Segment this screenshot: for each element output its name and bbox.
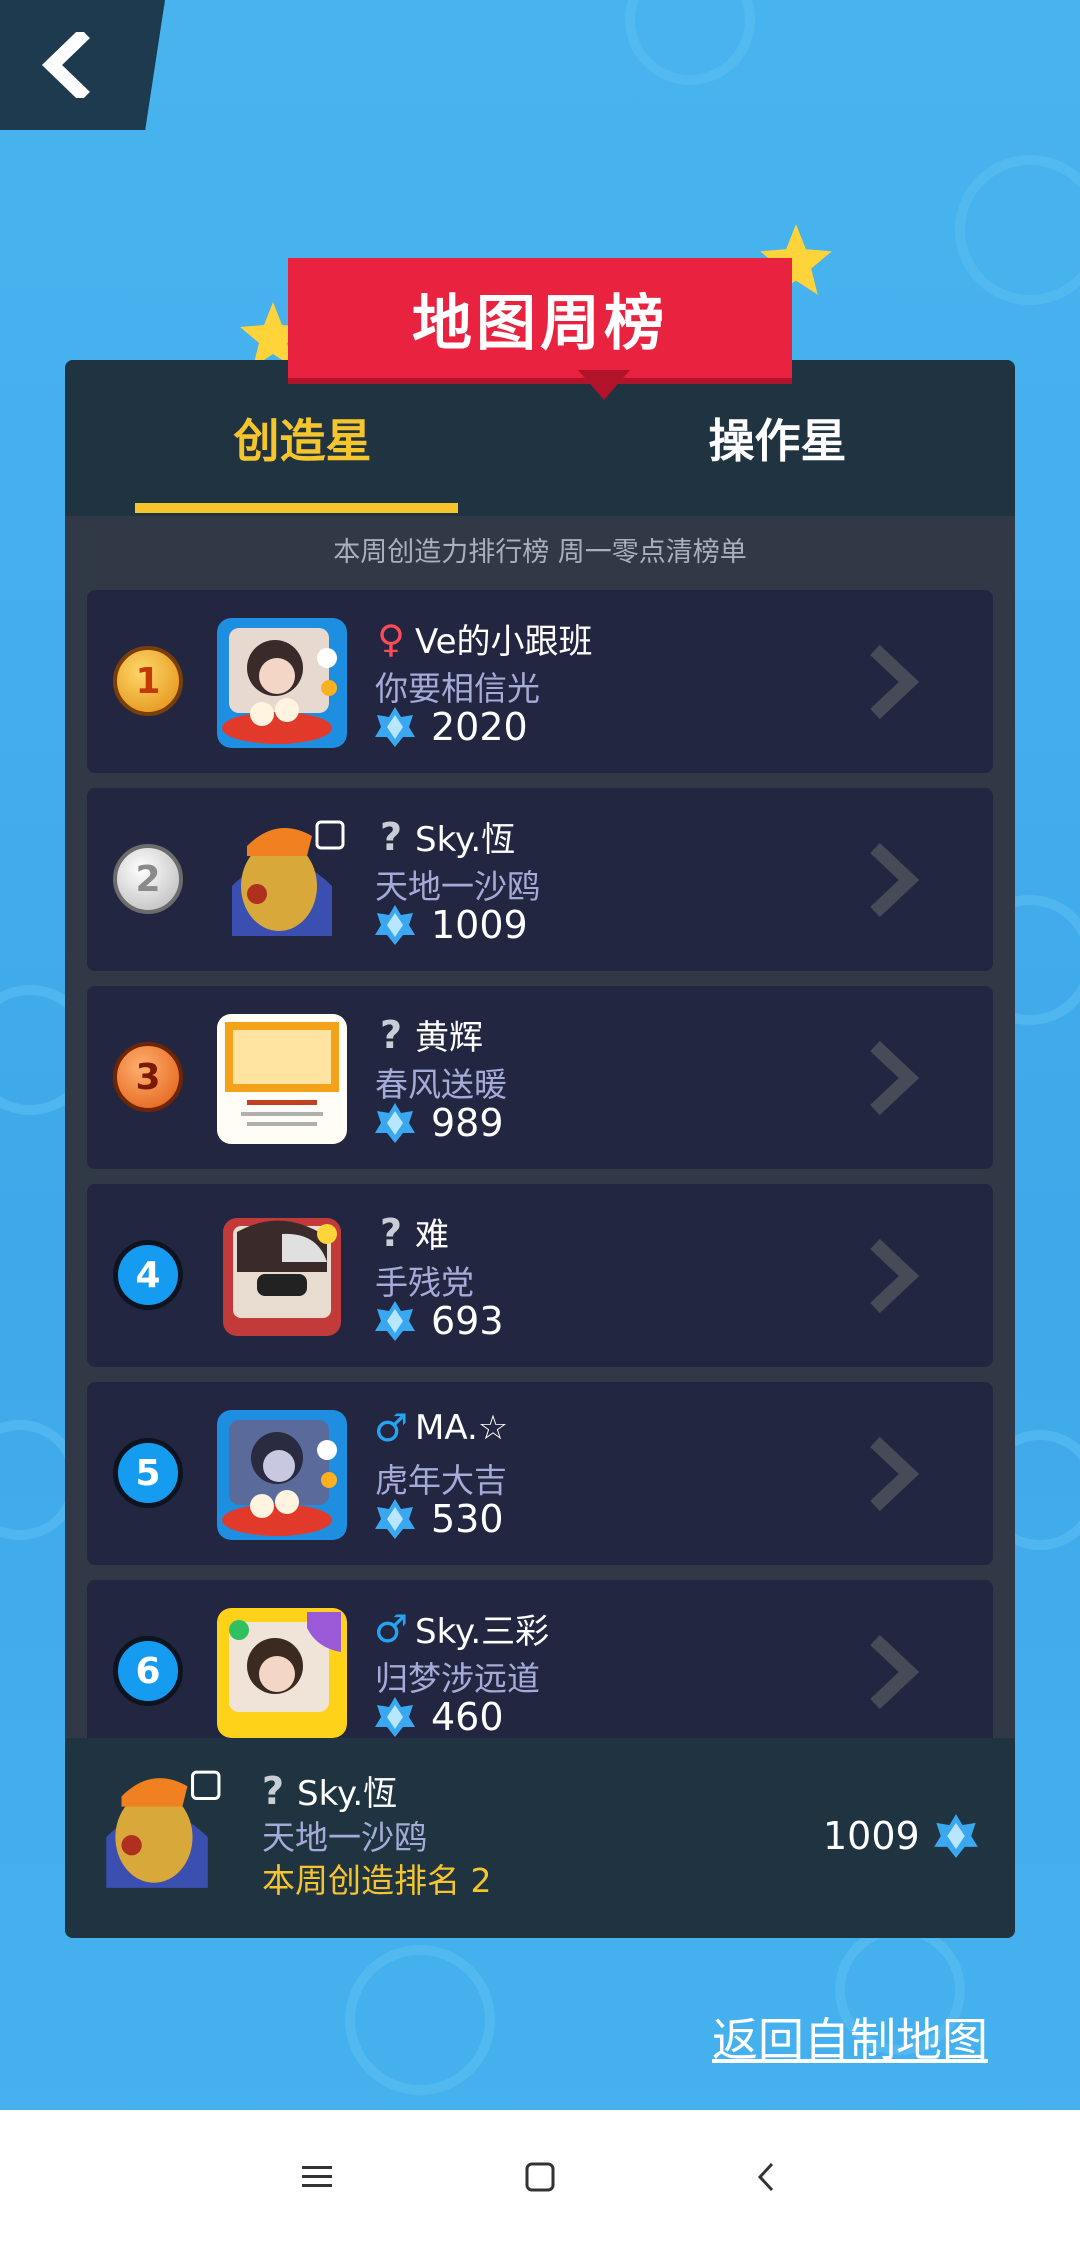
blue-crystal-icon xyxy=(375,1697,415,1737)
player-motto: 春风送暖 xyxy=(375,1065,507,1104)
chevron-right-icon[interactable] xyxy=(865,1434,921,1514)
square-home-icon xyxy=(525,2162,555,2192)
player-name-line: ♀ Ve的小跟班 xyxy=(373,614,593,663)
chevron-right-icon[interactable] xyxy=(865,1236,921,1316)
rank-badge: 6 xyxy=(113,1636,183,1706)
my-rank-text: 本周创造排名 2 xyxy=(262,1861,492,1900)
player-score: 460 xyxy=(431,1695,504,1739)
score-line: 530 xyxy=(373,1497,504,1541)
my-name-line: ? Sky.恆 xyxy=(255,1766,397,1815)
avatar xyxy=(217,1014,347,1144)
return-to-custom-maps-link[interactable]: 返回自制地图 xyxy=(712,2004,988,2070)
back-button[interactable] xyxy=(0,0,165,130)
avatar xyxy=(217,1212,347,1342)
player-motto: 虎年大吉 xyxy=(375,1461,507,1500)
player-motto: 天地一沙鸥 xyxy=(375,867,540,906)
male-icon: ♂ xyxy=(373,1606,409,1651)
chevron-right-icon[interactable] xyxy=(865,840,921,920)
chevron-left-icon xyxy=(41,32,90,98)
unknown-gender-icon: ? xyxy=(379,1210,403,1255)
back-nav-button[interactable] xyxy=(742,2152,792,2202)
player-name: 黄辉 xyxy=(415,1018,483,1058)
player-name: 难 xyxy=(415,1216,449,1256)
player-motto: 你要相信光 xyxy=(375,669,540,708)
chevron-right-icon[interactable] xyxy=(865,1038,921,1118)
avatar xyxy=(217,1608,347,1738)
player-motto: 手残党 xyxy=(375,1263,474,1302)
chevron-right-icon[interactable] xyxy=(865,1632,921,1712)
player-name: MA.☆ xyxy=(415,1408,509,1448)
page-title: 地图周榜 xyxy=(412,288,668,359)
player-name-line: ♂ MA.☆ xyxy=(373,1406,508,1450)
list-item[interactable]: 3 ? 黄辉 春风送暖 989 xyxy=(87,986,993,1169)
blue-crystal-icon xyxy=(375,707,415,747)
player-name: Sky.三彩 xyxy=(415,1612,550,1652)
chevron-right-icon[interactable] xyxy=(865,642,921,722)
title-banner: 地图周榜 xyxy=(288,258,792,400)
player-name: Sky.恆 xyxy=(415,820,516,860)
avatar xyxy=(217,1410,347,1540)
score-line: 2020 xyxy=(373,705,528,749)
leaderboard-subtitle: 本周创造力排行榜 周一零点清榜单 xyxy=(333,537,747,568)
player-score: 989 xyxy=(431,1101,504,1145)
banner-tail xyxy=(578,370,630,400)
player-score: 2020 xyxy=(431,705,528,749)
blue-crystal-icon xyxy=(375,905,415,945)
player-score: 530 xyxy=(431,1497,504,1541)
score-line: 989 xyxy=(373,1101,504,1145)
score-line: 460 xyxy=(373,1695,504,1739)
avatar xyxy=(217,816,347,946)
score-line: 693 xyxy=(373,1299,504,1343)
list-item[interactable]: 2 ? Sky.恆 天地一沙鸥 1009 xyxy=(87,788,993,971)
list-item[interactable]: 4 ? 难 手残党 693 xyxy=(87,1184,993,1367)
my-motto: 天地一沙鸥 xyxy=(262,1818,427,1857)
banner-ribbon: 地图周榜 xyxy=(288,258,792,378)
blue-crystal-icon xyxy=(375,1103,415,1143)
list-item[interactable]: 5 ♂ MA.☆ 虎年大吉 530 xyxy=(87,1382,993,1565)
rank-medal: 3 xyxy=(113,1042,183,1112)
blue-crystal-icon xyxy=(933,1814,978,1858)
player-motto: 归梦涉远道 xyxy=(375,1659,540,1698)
rank-badge: 4 xyxy=(113,1240,183,1310)
avatar xyxy=(91,1766,223,1898)
my-rank-bar: ? Sky.恆 天地一沙鸥 本周创造排名 2 1009 xyxy=(65,1738,1015,1938)
rank-badge: 5 xyxy=(113,1438,183,1508)
player-score: 693 xyxy=(431,1299,504,1343)
avatar xyxy=(217,618,347,748)
my-name: Sky.恆 xyxy=(297,1774,398,1814)
home-button[interactable] xyxy=(515,2152,565,2202)
player-name-line: ? 难 xyxy=(373,1208,449,1257)
player-name-line: ? Sky.恆 xyxy=(373,812,515,861)
rank-medal: 2 xyxy=(113,844,183,914)
list-item[interactable]: 1 ♀ Ve的小跟班 你要相信光 2020 xyxy=(87,590,993,773)
unknown-gender-icon: ? xyxy=(379,1012,403,1057)
rank-medal: 1 xyxy=(113,646,183,716)
player-name: Ve的小跟班 xyxy=(415,622,593,662)
my-score-line: 1009 xyxy=(823,1812,980,1860)
score-line: 1009 xyxy=(373,903,528,947)
back-arrow-icon xyxy=(757,2162,774,2192)
menu-icon xyxy=(302,2166,332,2187)
blue-crystal-icon xyxy=(375,1499,415,1539)
player-name-line: ? 黄辉 xyxy=(373,1010,483,1059)
menu-button[interactable] xyxy=(292,2152,342,2202)
system-nav-bar xyxy=(0,2110,1080,2244)
unknown-gender-icon: ? xyxy=(379,814,403,859)
blue-crystal-icon xyxy=(375,1301,415,1341)
female-icon: ♀ xyxy=(377,616,405,661)
player-score: 1009 xyxy=(431,903,528,947)
player-name-line: ♂ Sky.三彩 xyxy=(373,1604,549,1653)
leaderboard-panel: 创造星 操作星 本周创造力排行榜 周一零点清榜单 1 ♀ Ve的小跟班 你要相信… xyxy=(65,360,1015,1938)
unknown-gender-icon: ? xyxy=(261,1768,285,1813)
male-icon: ♂ xyxy=(373,1406,409,1450)
active-tab-indicator xyxy=(135,503,458,513)
list-item[interactable]: 6 ♂ Sky.三彩 归梦涉远道 460 xyxy=(87,1580,993,1763)
my-score: 1009 xyxy=(823,1814,920,1858)
